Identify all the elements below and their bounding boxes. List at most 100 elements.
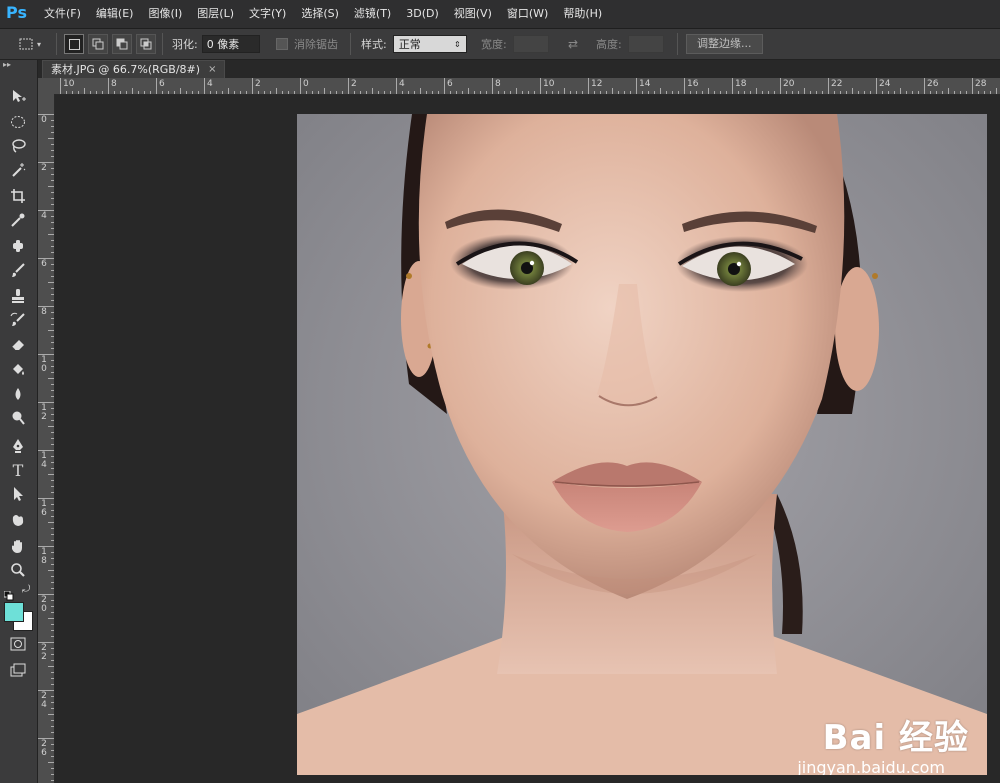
screen-mode-icon[interactable] [8, 660, 28, 680]
ruler-top-label: 10 [63, 79, 75, 89]
ruler-left-minor-tick [51, 486, 54, 487]
menu-item-7[interactable]: 3D(D) [406, 0, 446, 28]
ruler-left-tick [38, 594, 54, 595]
eraser-tool-icon[interactable] [8, 334, 28, 354]
ruler-left-label: 1 0 [41, 355, 47, 374]
ruler-top-minor-tick [954, 91, 955, 94]
ruler-left-minor-tick [51, 438, 54, 439]
ruler-left-tick [38, 546, 54, 547]
menu-item-6[interactable]: 滤镜(T) [354, 0, 398, 28]
height-input[interactable] [627, 35, 664, 53]
ruler-top-minor-tick [960, 91, 961, 94]
magic-wand-tool-icon[interactable] [8, 160, 28, 180]
type-tool-icon[interactable]: T [8, 460, 28, 480]
ruler-left-minor-tick [51, 624, 54, 625]
ruler-left-minor-tick [51, 264, 54, 265]
photo-image[interactable]: Bai 经验 jingyan.baidu.com [297, 114, 987, 775]
dodge-tool-icon[interactable] [8, 408, 28, 428]
ruler-left-minor-tick [51, 198, 54, 199]
menu-item-0[interactable]: 文件(F) [44, 0, 88, 28]
elliptical-marquee-tool-icon[interactable] [8, 112, 28, 132]
paint-bucket-tool-icon[interactable] [8, 360, 28, 380]
ruler-top-minor-tick [228, 88, 229, 94]
crop-tool-icon[interactable] [8, 186, 28, 206]
subtract-from-selection-button[interactable] [112, 34, 132, 54]
ruler-top-label: 22 [831, 79, 843, 89]
ruler-top-minor-tick [990, 91, 991, 94]
clone-stamp-tool-icon[interactable] [8, 286, 28, 306]
intersect-selection-button[interactable] [136, 34, 156, 54]
chevron-down-icon[interactable]: ▾ [34, 36, 44, 52]
marquee-preset-icon[interactable] [18, 36, 34, 52]
quick-mask-icon[interactable] [8, 634, 28, 654]
move-tool-icon[interactable] [8, 86, 28, 106]
feather-input[interactable]: 0 像素 [201, 35, 260, 53]
ruler-left-minor-tick [51, 336, 54, 337]
feather-label: 羽化: [172, 38, 198, 51]
ruler-left-label: 1 6 [41, 499, 47, 518]
new-selection-button[interactable] [64, 34, 84, 54]
custom-shape-tool-icon[interactable] [8, 510, 28, 530]
ruler-top-minor-tick [618, 91, 619, 94]
swap-colors-icon[interactable]: ⤾ [22, 584, 30, 595]
menu-item-1[interactable]: 编辑(E) [96, 0, 141, 28]
ruler-top-minor-tick [366, 91, 367, 94]
style-select[interactable]: 正常 ⇕ [392, 35, 467, 53]
lasso-tool-icon[interactable] [8, 136, 28, 156]
brush-tool-icon[interactable] [8, 260, 28, 280]
ruler-left-minor-tick [48, 714, 54, 715]
antialias-checkbox[interactable] [276, 38, 288, 50]
ruler-top-minor-tick [330, 91, 331, 94]
hand-tool-icon[interactable] [8, 536, 28, 556]
ruler-left-minor-tick [51, 504, 54, 505]
ruler-top-minor-tick [198, 91, 199, 94]
ruler-top-minor-tick [546, 91, 547, 94]
ruler-top-minor-tick [678, 91, 679, 94]
menu-item-2[interactable]: 图像(I) [148, 0, 189, 28]
ruler-top-label: 8 [495, 79, 501, 89]
menu-item-5[interactable]: 选择(S) [301, 0, 346, 28]
ruler-top-minor-tick [858, 91, 859, 94]
ruler-left-minor-tick [51, 192, 54, 193]
menu-item-8[interactable]: 视图(V) [454, 0, 499, 28]
height-label: 高度: [596, 38, 622, 51]
document-tab[interactable]: 素材.JPG @ 66.7%(RGB/8#) × [42, 60, 226, 79]
ruler-top-minor-tick [810, 91, 811, 94]
path-selection-tool-icon[interactable] [8, 484, 28, 504]
toolbox: ▸▸ T ⤾ [0, 60, 38, 783]
refine-edge-button[interactable]: 调整边缘... [686, 34, 763, 54]
ruler-top-tick [396, 78, 397, 94]
ruler-left-minor-tick [51, 318, 54, 319]
ruler-left-minor-tick [51, 168, 54, 169]
zoom-tool-icon[interactable] [8, 560, 28, 580]
ruler-left-label: 1 2 [41, 403, 47, 422]
eyedropper-tool-icon[interactable] [8, 210, 28, 230]
ruler-left-minor-tick [48, 426, 54, 427]
canvas-area[interactable]: Bai 经验 jingyan.baidu.com [55, 95, 1000, 783]
spot-healing-brush-tool-icon[interactable] [8, 236, 28, 256]
swap-icon[interactable]: ⇄ [565, 36, 581, 52]
ruler-top-minor-tick [150, 91, 151, 94]
width-input[interactable] [512, 35, 549, 53]
history-brush-tool-icon[interactable] [8, 310, 28, 330]
foreground-color-swatch[interactable] [4, 602, 24, 622]
collapse-panel-icon[interactable]: ▸▸ [3, 60, 11, 69]
ruler-top-minor-tick [216, 91, 217, 94]
ruler-left-minor-tick [51, 684, 54, 685]
ruler-left-minor-tick [51, 564, 54, 565]
pen-tool-icon[interactable] [8, 436, 28, 456]
ruler-top-label: 20 [783, 79, 795, 89]
menu-item-3[interactable]: 图层(L) [197, 0, 241, 28]
menu-item-4[interactable]: 文字(Y) [249, 0, 293, 28]
menu-item-10[interactable]: 帮助(H) [563, 0, 609, 28]
ruler-top-minor-tick [744, 91, 745, 94]
menu-item-9[interactable]: 窗口(W) [507, 0, 555, 28]
ruler-left-minor-tick [51, 588, 54, 589]
close-icon[interactable]: × [208, 61, 216, 79]
ruler-left-minor-tick [51, 696, 54, 697]
add-to-selection-button[interactable] [88, 34, 108, 54]
blur-tool-icon[interactable] [8, 384, 28, 404]
ruler-top-tick [684, 78, 685, 94]
ruler-top-minor-tick [72, 91, 73, 94]
ruler-left-minor-tick [51, 732, 54, 733]
